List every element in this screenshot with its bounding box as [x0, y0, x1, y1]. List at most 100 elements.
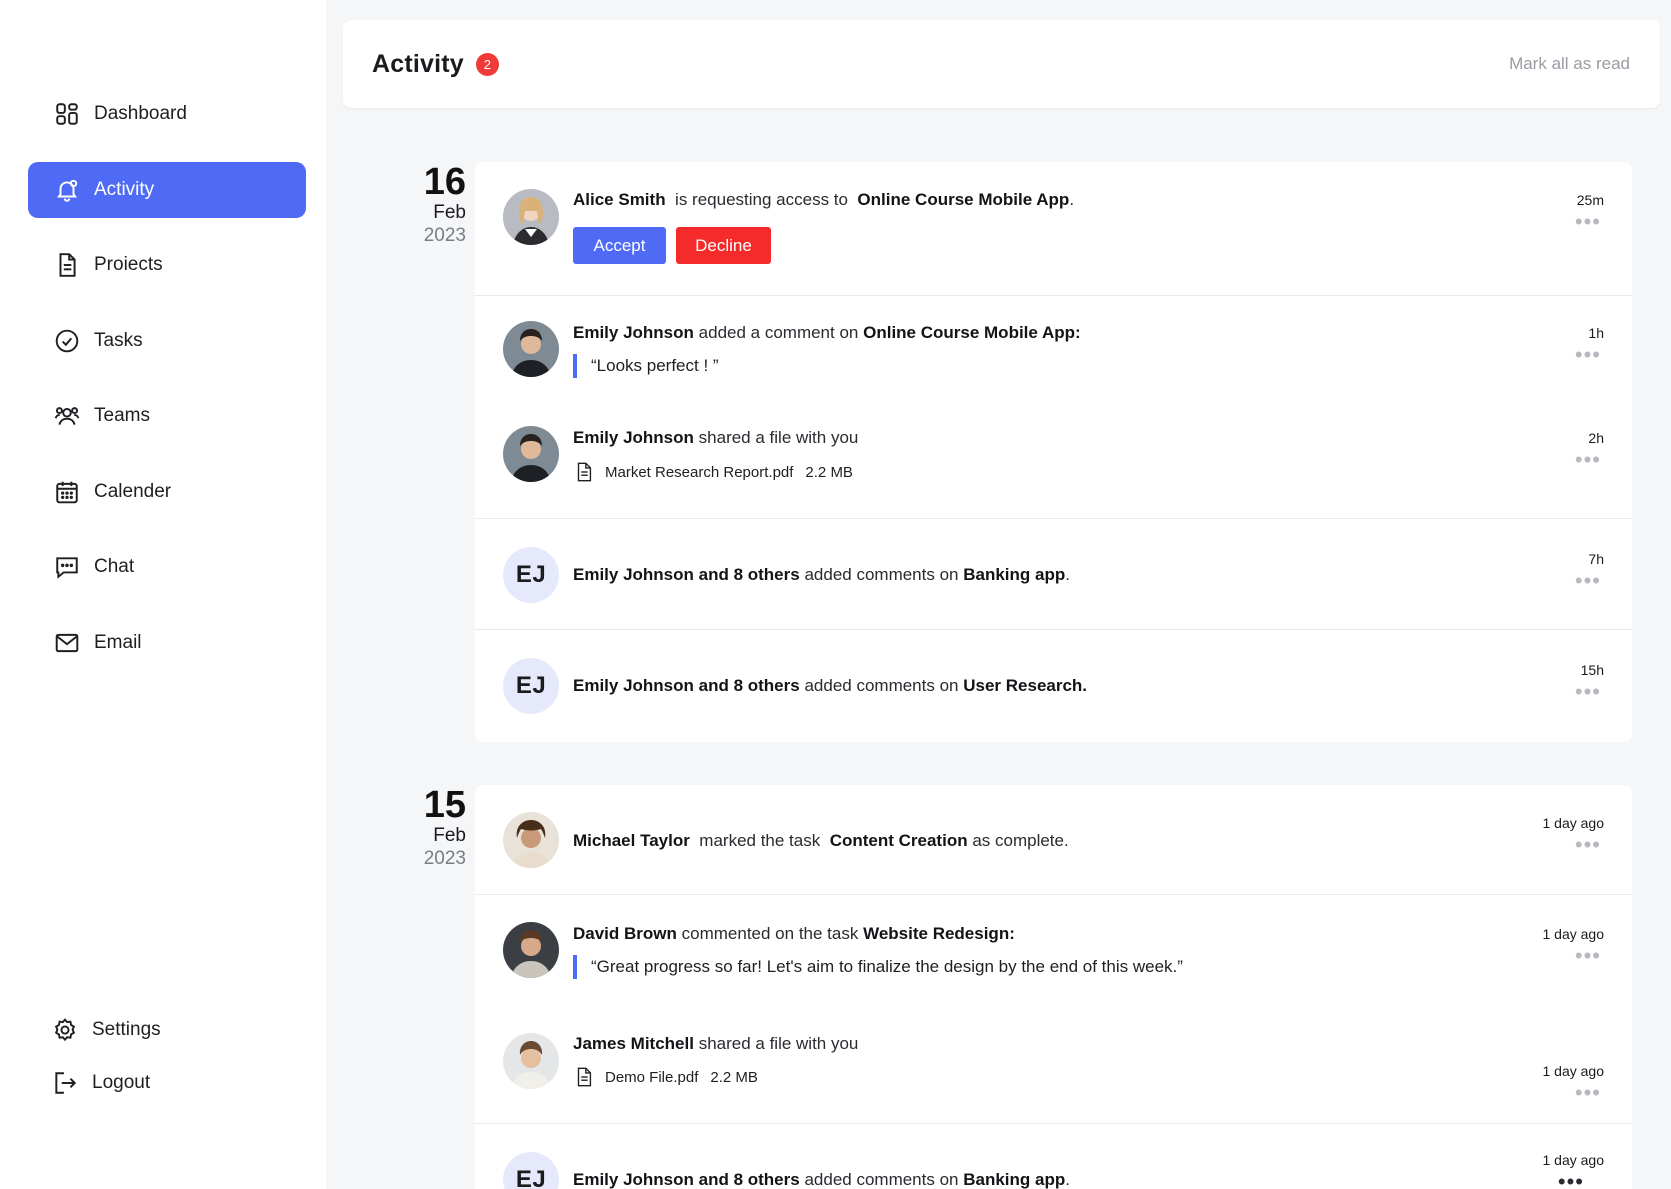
activity-target: Online Course Mobile App:: [863, 323, 1081, 342]
notification-count-badge: 2: [475, 52, 499, 76]
avatar-michael-taylor: [503, 812, 559, 868]
sidebar-item-label: Email: [94, 631, 142, 653]
sidebar-item-label: Dashboard: [94, 103, 187, 124]
more-horizontal-icon[interactable]: •••: [1558, 1171, 1584, 1189]
activity-text: Michael Taylor marked the task Content C…: [573, 831, 1069, 851]
activity-verb: added comments on: [804, 565, 959, 584]
file-name: Demo File.pdf: [605, 1068, 699, 1086]
activity-verb: commented on the task: [681, 924, 859, 943]
file-size: 2.2 MB: [710, 1068, 758, 1086]
more-horizontal-icon[interactable]: •••: [1575, 945, 1601, 967]
sidebar-item-logout[interactable]: Logout: [28, 1063, 306, 1103]
shared-file[interactable]: Market Research Report.pdf 2.2 MB: [573, 461, 853, 483]
shared-file[interactable]: Demo File.pdf 2.2 MB: [573, 1066, 758, 1088]
more-horizontal-icon[interactable]: •••: [1575, 570, 1601, 592]
activity-verb: added comments on: [804, 1170, 959, 1189]
sidebar-item-dashboard[interactable]: Dashboard: [28, 86, 306, 142]
sidebar-item-label: Settings: [92, 1019, 161, 1040]
avatar-alice-smith: [503, 189, 559, 245]
sidebar-item-email[interactable]: Email: [28, 615, 306, 671]
chat-icon: [54, 554, 80, 580]
date-label: 16 Feb 2023: [326, 162, 466, 248]
sidebar-bottom-nav: Settings Logout: [28, 1010, 306, 1116]
activity-actor: Emily Johnson and 8 others: [573, 565, 800, 584]
activity-text: James Mitchell shared a file with you: [573, 1034, 858, 1054]
avatar-initials: EJ: [503, 1152, 559, 1189]
dashboard-icon: [54, 101, 80, 127]
sidebar-item-projects[interactable]: Proiects: [28, 237, 306, 293]
activity-time: 15h: [1580, 662, 1604, 678]
activity-text: Emily Johnson added a comment on Online …: [573, 323, 1081, 343]
file-size: 2.2 MB: [805, 463, 853, 481]
activity-text: David Brown commented on the task Websit…: [573, 924, 1015, 944]
activity-actor: James Mitchell: [573, 1034, 694, 1053]
activity-actor: Emily Johnson: [573, 323, 694, 342]
more-horizontal-icon[interactable]: •••: [1575, 211, 1601, 233]
activity-actor: David Brown: [573, 924, 677, 943]
activity-time: 1 day ago: [1542, 1063, 1605, 1079]
activity-target: User Research.: [963, 676, 1088, 695]
sidebar-item-activity[interactable]: Activity: [28, 161, 306, 218]
bell-icon: [54, 177, 80, 203]
activity-text: Emily Johnson and 8 others added comment…: [573, 565, 1070, 585]
more-horizontal-icon[interactable]: •••: [1575, 681, 1601, 703]
activity-end: .: [1069, 190, 1075, 209]
activity-time: 1 day ago: [1542, 1152, 1605, 1168]
date-label: 15 Feb 2023: [326, 785, 466, 871]
activity-verb: is requesting access to: [675, 190, 848, 209]
activity-time: 1 day ago: [1542, 815, 1605, 831]
mail-icon: [54, 630, 80, 656]
more-horizontal-icon[interactable]: •••: [1575, 1082, 1601, 1104]
comment-quote: “Looks perfect ! ”: [573, 354, 719, 378]
more-horizontal-icon[interactable]: •••: [1575, 834, 1601, 856]
avatar-initials: EJ: [503, 658, 559, 714]
main-content: Activity 2 Mark all as read 16 Feb 2023 …: [326, 0, 1671, 1189]
page-title: Activity: [372, 49, 464, 78]
activity-row[interactable]: Emily Johnson added a comment on Online …: [475, 296, 1632, 408]
activity-text: Emily Johnson and 8 others added comment…: [573, 676, 1087, 696]
sidebar-item-tasks[interactable]: Tasks: [28, 313, 306, 369]
activity-end: as complete.: [972, 831, 1069, 850]
activity-row[interactable]: Emily Johnson shared a file with you Mar…: [475, 408, 1632, 519]
activity-actor: Emily Johnson and 8 others: [573, 676, 800, 695]
activity-text: Emily Johnson and 8 others added comment…: [573, 1170, 1070, 1189]
activity-row[interactable]: Alice Smith is requesting access to Onli…: [475, 162, 1632, 296]
calendar-icon: [54, 479, 80, 505]
decline-button[interactable]: Decline: [676, 227, 771, 264]
activity-time: 25m: [1576, 192, 1604, 208]
activity-header: Activity 2 Mark all as read: [343, 20, 1660, 108]
sidebar-item-label: Calender: [94, 480, 172, 502]
logout-icon: [52, 1070, 78, 1096]
activity-text: Alice Smith is requesting access to Onli…: [573, 190, 1074, 210]
activity-row[interactable]: EJ Emily Johnson and 8 others added comm…: [475, 519, 1632, 630]
activity-target: Banking app: [963, 565, 1066, 584]
avatar-emily-johnson: [503, 321, 559, 377]
activity-row[interactable]: James Mitchell shared a file with you De…: [475, 1006, 1632, 1124]
activity-row[interactable]: Michael Taylor marked the task Content C…: [475, 785, 1632, 895]
activity-target: Content Creation: [829, 831, 968, 850]
activity-time: 1h: [1588, 325, 1604, 341]
sidebar-item-settings[interactable]: Settings: [28, 1010, 306, 1050]
sidebar-item-label: Logout: [92, 1072, 151, 1093]
activity-row[interactable]: David Brown commented on the task Websit…: [475, 895, 1632, 1006]
file-name: Market Research Report.pdf: [605, 463, 794, 481]
sidebar-item-label: Proiects: [94, 254, 163, 275]
avatar-david-brown: [503, 922, 559, 978]
activity-actor: Emily Johnson and 8 others: [573, 1170, 800, 1189]
date-day: 16: [423, 161, 466, 203]
more-horizontal-icon[interactable]: •••: [1575, 344, 1601, 366]
avatar-james-mitchell: [503, 1033, 559, 1089]
activity-row[interactable]: EJ Emily Johnson and 8 others added comm…: [475, 1124, 1632, 1189]
activity-time: 1 day ago: [1542, 926, 1605, 942]
date-month: Feb: [433, 202, 466, 223]
sidebar-nav: Dashboard Activity Proiects Tasks Teams: [28, 86, 306, 690]
activity-verb: added comments on: [804, 676, 959, 695]
activity-card: Alice Smith is requesting access to Onli…: [475, 162, 1632, 742]
accept-button[interactable]: Accept: [573, 227, 666, 264]
sidebar-item-teams[interactable]: Teams: [28, 388, 306, 444]
activity-row[interactable]: EJ Emily Johnson and 8 others added comm…: [475, 630, 1632, 741]
mark-all-read-link[interactable]: Mark all as read: [1509, 54, 1630, 74]
sidebar-item-calendar[interactable]: Calender: [28, 464, 306, 520]
more-horizontal-icon[interactable]: •••: [1575, 449, 1601, 471]
sidebar-item-chat[interactable]: Chat: [28, 539, 306, 595]
